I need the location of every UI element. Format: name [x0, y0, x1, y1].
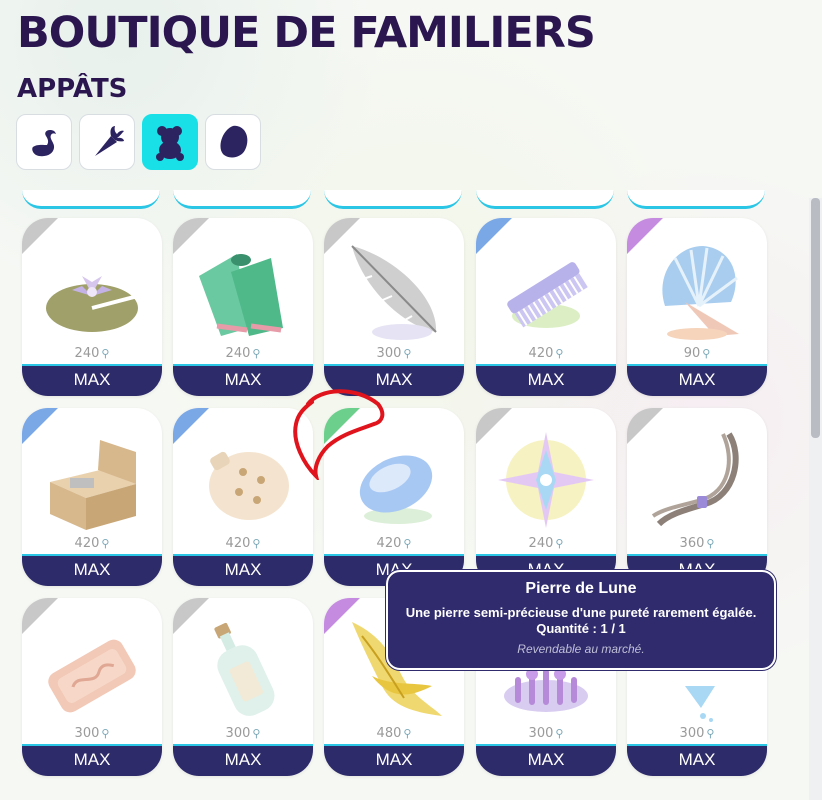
- category-tab-swan[interactable]: [16, 114, 72, 170]
- page-title: BOUTIQUE DE FAMILIERS: [17, 8, 596, 58]
- item-card-crystal-star[interactable]: 240⚲ MAX: [476, 408, 616, 586]
- item-card-message-bottle[interactable]: 300 ⚲ MAX: [173, 598, 313, 776]
- max-button[interactable]: MAX: [173, 744, 313, 776]
- category-tab-carrot[interactable]: [79, 114, 135, 170]
- item-card-soap-bar[interactable]: 300 ⚲ MAX: [22, 598, 162, 776]
- tooltip-note: Revendable au marché.: [517, 642, 645, 656]
- item-price: 420 ⚲: [74, 536, 110, 551]
- scrollbar-thumb[interactable]: [811, 198, 820, 438]
- category-tab-egg[interactable]: [205, 114, 261, 170]
- partial-card: [476, 190, 614, 209]
- swan-icon: [32, 130, 56, 157]
- item-price: 240 ⚲: [74, 346, 110, 361]
- category-tab-plush[interactable]: [142, 114, 198, 170]
- soap-bar-icon: [48, 639, 136, 713]
- max-button[interactable]: MAX: [22, 554, 162, 586]
- swim-fins-icon: [199, 254, 283, 336]
- item-price: 300 ⚲: [225, 726, 261, 741]
- egg-icon: [220, 125, 248, 158]
- item-card-comb[interactable]: 420 ⚲ MAX: [476, 218, 616, 396]
- max-button[interactable]: MAX: [173, 554, 313, 586]
- item-card-swim-fins[interactable]: 240 ⚲ MAX: [173, 218, 313, 396]
- partial-card: [22, 190, 160, 209]
- annotation-circle: [293, 389, 385, 480]
- item-price: 300 ⚲: [74, 726, 110, 741]
- comb-icon: [507, 262, 588, 328]
- item-card-shell-fan[interactable]: 90 ⚲ MAX: [627, 218, 767, 396]
- max-button[interactable]: MAX: [476, 744, 616, 776]
- tooltip-description: Une pierre semi-précieuse d'une pureté r…: [405, 605, 757, 620]
- max-button[interactable]: MAX: [627, 364, 767, 396]
- item-price: 480 ⚲: [376, 726, 412, 741]
- tooltip-title: Pierre de Lune: [525, 580, 637, 597]
- crystal-star-icon: [498, 432, 594, 528]
- section-title: APPÂTS: [17, 74, 128, 104]
- item-price: 240 ⚲: [528, 536, 564, 551]
- item-price: 300 ⚲: [376, 346, 412, 361]
- carrot-icon: [95, 126, 124, 156]
- item-card-water-lily[interactable]: 240 ⚲ MAX: [22, 218, 162, 396]
- item-grid: 240 ⚲ MAX 240 ⚲ MAX 300 ⚲ MAX 420 ⚲ MAX …: [0, 190, 804, 800]
- music-box-icon: [50, 440, 136, 530]
- scrollbar[interactable]: [809, 198, 822, 800]
- message-bottle-icon: [214, 622, 275, 716]
- shell-fan-icon: [662, 246, 739, 340]
- partial-card: [173, 190, 311, 209]
- item-price: 360 ⚲: [679, 536, 715, 551]
- tooltip-quantity: Quantité : 1 / 1: [536, 621, 626, 636]
- item-price: 420 ⚲: [225, 536, 261, 551]
- max-button[interactable]: MAX: [22, 364, 162, 396]
- max-button[interactable]: MAX: [22, 744, 162, 776]
- partial-card: [324, 190, 462, 209]
- item-card-hair-lock[interactable]: 360⚲ MAX: [627, 408, 767, 586]
- item-card-music-box[interactable]: 420 ⚲ MAX: [22, 408, 162, 586]
- partial-card: [627, 190, 765, 209]
- item-price: 240 ⚲: [225, 346, 261, 361]
- teddy-bear-icon: [156, 126, 184, 161]
- feather-icon: [351, 245, 437, 340]
- hair-lock-icon: [651, 432, 739, 527]
- max-button[interactable]: MAX: [476, 364, 616, 396]
- item-price: 420 ⚲: [528, 346, 564, 361]
- max-button[interactable]: MAX: [324, 744, 464, 776]
- item-tooltip: Pierre de Lune Une pierre semi-précieuse…: [386, 570, 776, 670]
- max-button[interactable]: MAX: [627, 744, 767, 776]
- ocarina-icon: [209, 451, 289, 520]
- water-lily-icon: [46, 276, 139, 332]
- item-price: 300 ⚲: [679, 726, 715, 741]
- item-price: 300 ⚲: [528, 726, 564, 741]
- item-card-feather[interactable]: 300 ⚲ MAX: [324, 218, 464, 396]
- item-price: 420 ⚲: [376, 536, 412, 551]
- item-price: 90 ⚲: [683, 346, 711, 361]
